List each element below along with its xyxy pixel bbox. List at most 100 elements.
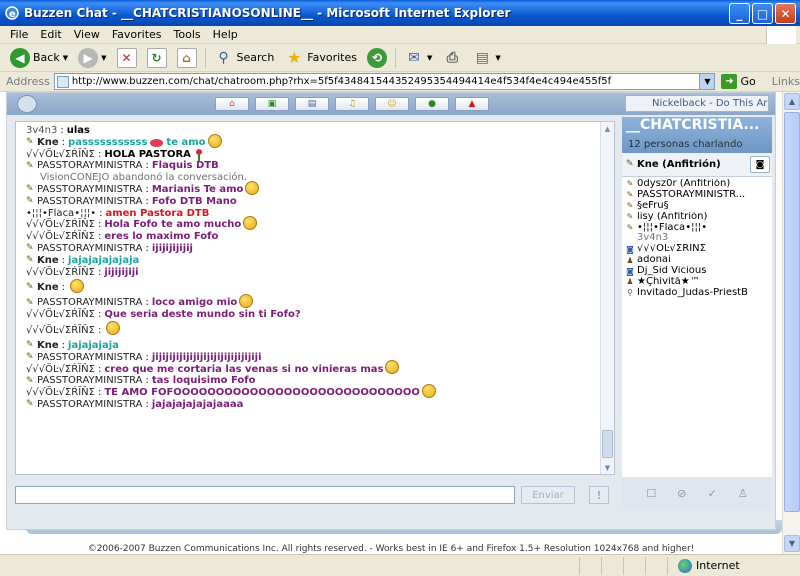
chat-nick[interactable]: √√√ÖĿ√ΣŔĪŇΣ <box>26 387 95 399</box>
chat-line: ✎ Kne: jajajajajajaja <box>26 255 601 267</box>
print-button[interactable]: ⎙ <box>438 46 466 70</box>
now-playing[interactable]: Nickelback - Do This Ar <box>625 95 769 112</box>
chat-nick[interactable]: √√√ÖĿ√ΣŔĪŇΣ <box>26 325 95 337</box>
chat-nick[interactable]: Kne <box>37 282 59 294</box>
user-list-item[interactable]: 3v4n3 <box>622 233 772 244</box>
send-button[interactable]: Enviar <box>521 486 575 504</box>
refresh-button[interactable]: ↻ <box>143 46 171 70</box>
history-button[interactable]: ⟲ <box>363 46 391 70</box>
home-button[interactable]: ⌂ <box>173 46 201 70</box>
webcam-icon[interactable]: ◙ <box>750 156 770 173</box>
chat-nick[interactable]: PASSTORAYMINISTRA <box>37 352 142 364</box>
user-list-item[interactable]: ✎ lisy (Anfitrión) <box>622 212 772 223</box>
user-list-item[interactable]: ✎ §eFru§ <box>622 201 772 212</box>
user-list-item[interactable]: ◙ √√√ÖĿ√ΣŔĪŇΣ <box>622 244 772 255</box>
chat-nick[interactable]: PASSTORAYMINISTRA <box>37 243 142 255</box>
buzzen-logo-icon[interactable] <box>17 95 37 113</box>
user-list-item[interactable]: ✎ PASSTORAYMINISTR... <box>622 190 772 201</box>
chat-nick[interactable]: √√√ÖĿ√ΣŔĪŇΣ <box>26 267 95 279</box>
chat-nick[interactable]: Kne <box>37 137 59 149</box>
user-list-item[interactable]: ✎ 0dysz0r (Anfitrión) <box>622 179 772 190</box>
maximize-button[interactable]: □ <box>752 3 773 24</box>
user-info-icon[interactable]: ♙ <box>737 487 749 500</box>
menu-favorites[interactable]: Favorites <box>106 28 168 41</box>
edit-button[interactable]: ▤ ▼ <box>468 46 504 70</box>
minimize-button[interactable]: _ <box>729 3 750 24</box>
chat-scrollbar[interactable]: ▲ ▼ <box>600 122 614 474</box>
ignore-icon[interactable]: ⊘ <box>676 487 688 500</box>
chat-nick[interactable]: •¦¦¦•Flaca•¦¦¦• <box>26 208 96 220</box>
chat-nick[interactable]: PASSTORAYMINISTRA <box>37 184 142 196</box>
chat-message-text: jajajajajajajaaaa <box>151 398 244 410</box>
home-tool-icon[interactable]: ⌂ <box>215 97 249 111</box>
rooms-tool-icon[interactable]: ▤ <box>295 97 329 111</box>
user-list-item[interactable]: ⚲ Invitado_Judas-PriestB <box>622 288 772 299</box>
user-list: ✎ 0dysz0r (Anfitrión) ✎ PASSTORAYMINISTR...… <box>622 177 772 477</box>
chat-nick[interactable]: √√√ÖĿ√ΣŔĪŇΣ <box>26 364 95 376</box>
host-wrench-icon: ✎ <box>26 282 34 293</box>
svg-text:e: e <box>9 9 16 20</box>
user-list-item[interactable]: ✎ •¦¦¦•Flaca•¦¦¦• <box>622 223 772 234</box>
more-options-button[interactable]: ! <box>589 486 609 504</box>
user-name: §eFru§ <box>637 200 669 211</box>
chat-message-text: TE AMO FOFOOOOOOOOOOOOOOOOOOOOOOOOOOOOO <box>104 387 420 399</box>
forward-button[interactable]: ▶ ▼ <box>74 46 110 70</box>
chat-nick[interactable]: Kne <box>37 340 59 352</box>
message-input[interactable] <box>15 486 515 504</box>
chat-nick[interactable]: √√√ÖĿ√ΣŔĪŇΣ <box>26 309 95 321</box>
chat-message-text: passsssssssss <box>68 136 148 148</box>
profile-tool-icon[interactable]: ▣ <box>255 97 289 111</box>
host-wrench-icon: ✎ <box>26 399 34 410</box>
chat-nick[interactable]: √√√ÖĿ√ΣŔĪŇΣ <box>26 219 95 231</box>
chat-nick[interactable]: PASSTORAYMINISTRA <box>37 196 142 208</box>
menu-edit[interactable]: Edit <box>34 28 67 41</box>
chat-nick[interactable]: PASSTORAYMINISTRA <box>37 399 142 411</box>
chat-nick[interactable]: PASSTORAYMINISTRA <box>37 375 142 387</box>
chat-nick[interactable]: PASSTORAYMINISTRA <box>37 297 142 309</box>
chat-nick[interactable]: 3v4n3 <box>26 125 57 137</box>
scroll-down-icon[interactable]: ▼ <box>784 535 800 552</box>
chat-nick[interactable]: √√√ÖĿ√ΣŔĪŇΣ <box>26 231 95 243</box>
chat-messages: 3v4n3: ulas ✎ Kne: passsssssssss te amo √√√ÖĿ√… <box>16 122 601 411</box>
menu-help[interactable]: Help <box>207 28 244 41</box>
chat-nick[interactable]: PASSTORAYMINISTRA <box>37 160 142 172</box>
menu-tools[interactable]: Tools <box>168 28 207 41</box>
whisper-icon[interactable]: ☐ <box>645 487 657 500</box>
check-icon[interactable]: ✓ <box>706 487 718 500</box>
nick-separator: : <box>145 375 149 387</box>
user-list-item[interactable]: ◙ Dj_Sid Vicious <box>622 266 772 277</box>
scroll-up-icon[interactable]: ▲ <box>784 93 800 110</box>
address-input[interactable]: http://www.buzzen.com/chat/chatroom.php?… <box>53 73 716 90</box>
chat-scroll-down-icon[interactable]: ▼ <box>601 461 614 474</box>
mail-button[interactable]: ✉ ▼ <box>400 46 436 70</box>
menu-view[interactable]: View <box>68 28 106 41</box>
alert-tool-icon[interactable]: ▲ <box>455 97 489 111</box>
go-button[interactable]: ➜ Go <box>721 74 756 89</box>
search-button[interactable]: ⚲ Search <box>210 46 279 70</box>
close-button[interactable]: ✕ <box>775 3 796 24</box>
settings-tool-icon[interactable]: ● <box>415 97 449 111</box>
menu-file[interactable]: File <box>4 28 34 41</box>
chat-line: 3v4n3: ulas <box>26 125 601 137</box>
search-label: Search <box>236 51 275 64</box>
user-list-item[interactable]: ♟ adonai <box>622 255 772 266</box>
chat-message-text: te amo <box>166 136 206 148</box>
stop-button[interactable]: ✕ <box>113 46 141 70</box>
favorites-button[interactable]: ★ Favorites <box>280 46 361 70</box>
back-button[interactable]: ◀ Back ▼ <box>6 46 72 70</box>
music-tool-icon[interactable]: ♫ <box>335 97 369 111</box>
user-list-item[interactable]: ♟ ★Çhìvìtå★™ <box>622 277 772 288</box>
links-button[interactable]: Links <box>772 75 800 88</box>
status-text <box>0 556 580 575</box>
nick-separator: : <box>145 398 149 410</box>
chat-nick[interactable]: Kne <box>37 255 59 267</box>
chat-scroll-thumb[interactable] <box>602 430 613 458</box>
address-dropdown-icon[interactable]: ▼ <box>699 74 715 89</box>
page-scroll-thumb[interactable] <box>784 112 800 512</box>
wrench-icon: ✎ <box>626 212 634 222</box>
page-scrollbar[interactable]: ▲ ▼ <box>782 92 800 554</box>
smiley-tool-icon[interactable]: ☺ <box>375 97 409 111</box>
chat-line: ✎ PASSTORAYMINISTRA: loco amigo mio <box>26 294 601 309</box>
chat-scroll-up-icon[interactable]: ▲ <box>601 122 614 135</box>
chat-nick[interactable]: √√√ÖĿ√ΣŔĪŇΣ <box>26 149 95 161</box>
